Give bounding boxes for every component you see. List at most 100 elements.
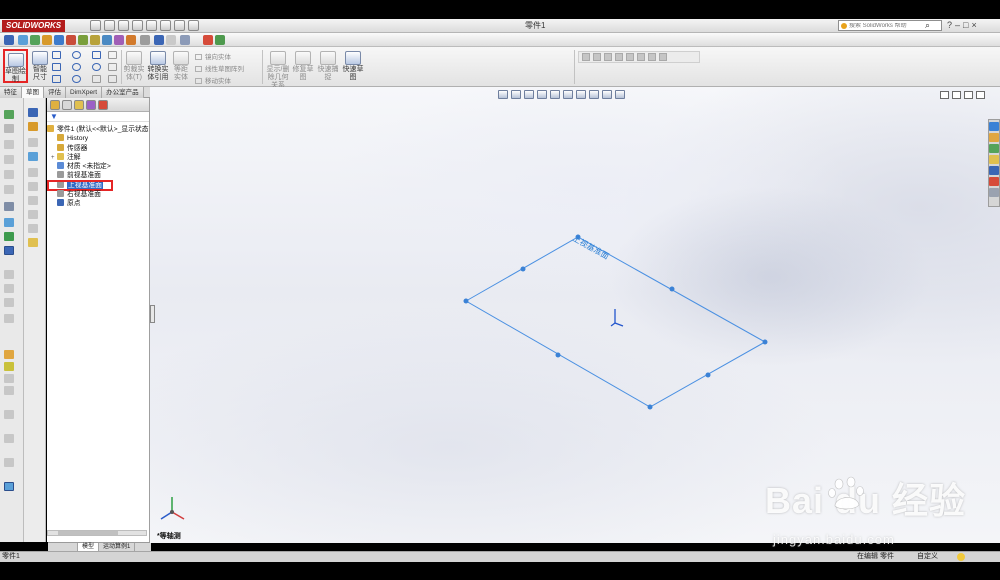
boundary-boss-icon[interactable] <box>4 170 14 179</box>
polygon-icon[interactable] <box>72 75 81 83</box>
ellipse-tool-icon[interactable] <box>28 224 38 233</box>
undo-icon[interactable] <box>146 20 157 31</box>
options-icon[interactable] <box>188 20 199 31</box>
help-icon[interactable]: ? <box>947 20 952 30</box>
tree-horizontal-scrollbar[interactable] <box>47 530 147 536</box>
mirror-feature-icon[interactable] <box>140 35 150 45</box>
reference-geometry-icon[interactable] <box>4 246 14 255</box>
lofted-boss-icon[interactable] <box>4 155 14 164</box>
mirror-entities-button[interactable]: 镜向实体 <box>195 51 231 61</box>
tab-model[interactable]: 模型 <box>78 543 100 551</box>
smart-dimension-tool-icon[interactable] <box>28 238 38 247</box>
feature-tree-tab-icon[interactable] <box>50 100 60 110</box>
circle-icon[interactable] <box>72 51 81 59</box>
edit-appearance-icon[interactable] <box>648 53 656 61</box>
select-filter-icon[interactable] <box>180 35 190 45</box>
rapid-sketch-button[interactable]: 快速草图 <box>342 51 364 82</box>
sketch-icon[interactable] <box>18 35 28 45</box>
quick-snaps-button[interactable]: 快速捕捉 <box>317 51 339 82</box>
open-icon[interactable] <box>104 20 115 31</box>
revolved-boss-icon[interactable] <box>4 124 14 133</box>
section-icon[interactable] <box>604 53 612 61</box>
move-face-icon[interactable] <box>4 410 14 419</box>
close-icon[interactable]: × <box>971 20 976 30</box>
draft-icon[interactable] <box>4 298 14 307</box>
rectangle-tool-icon[interactable] <box>28 182 38 191</box>
line-tool-icon[interactable] <box>28 108 38 117</box>
loft-icon[interactable] <box>66 35 76 45</box>
sweep-icon[interactable] <box>54 35 64 45</box>
fillet-feature-icon[interactable] <box>4 218 14 227</box>
tree-filter[interactable]: ▼ <box>47 112 149 122</box>
save-icon[interactable] <box>118 20 129 31</box>
part-icon[interactable] <box>4 35 14 45</box>
tab-features[interactable]: 特征 <box>0 87 22 98</box>
tree-item[interactable]: 原点 <box>47 199 149 208</box>
spline-icon[interactable] <box>92 51 101 59</box>
arc-icon[interactable] <box>72 63 81 71</box>
polygon-tool-icon[interactable] <box>28 196 38 205</box>
tab-evaluate[interactable]: 评估 <box>44 87 66 98</box>
wrap-icon[interactable] <box>4 362 14 371</box>
move-entities-button[interactable]: 移动实体 <box>195 75 231 85</box>
curves-icon[interactable] <box>4 270 14 279</box>
status-help-icon[interactable] <box>957 553 965 561</box>
configuration-tab-icon[interactable] <box>74 100 84 110</box>
scrollbar-thumb[interactable] <box>58 531 118 535</box>
ellipse-icon[interactable] <box>92 63 101 71</box>
hide-show-icon[interactable] <box>637 53 645 61</box>
grid-icon[interactable] <box>215 35 225 45</box>
view-icon[interactable] <box>154 35 164 45</box>
hole-wizard-icon[interactable] <box>4 202 14 211</box>
text-icon[interactable] <box>108 51 117 59</box>
shell-feature-icon[interactable] <box>4 314 14 323</box>
extruded-cut-icon[interactable] <box>4 185 14 194</box>
combine-icon[interactable] <box>4 458 14 467</box>
tab-dimxpert[interactable]: DimXpert <box>66 87 103 98</box>
rectangle-icon[interactable] <box>52 63 61 71</box>
plane-corner-handle[interactable] <box>762 339 768 345</box>
display-relations-button[interactable]: 显示/删除几何关系 <box>265 51 291 90</box>
sketch-tool-icon[interactable] <box>4 482 14 491</box>
trim-button[interactable]: 剪裁实体(T) <box>123 51 145 82</box>
tree-root[interactable]: 零件1 (默认<<默认>_显示状态 <box>47 125 149 134</box>
tree-item[interactable]: History <box>47 134 149 143</box>
intersect-icon[interactable] <box>4 374 14 383</box>
maximize-icon[interactable]: □ <box>963 20 968 30</box>
dropdown-icon[interactable] <box>166 35 176 45</box>
fillet-icon[interactable] <box>78 35 88 45</box>
plane-corner-handle[interactable] <box>647 404 653 410</box>
arc-tool-icon[interactable] <box>28 168 38 177</box>
search-icon[interactable]: ⌕ <box>925 20 930 31</box>
tab-office-products[interactable]: 办公室产品 <box>102 87 144 98</box>
plane-corner-handle[interactable] <box>463 298 469 304</box>
smart-dimension-button[interactable]: 智能尺寸 <box>30 51 50 82</box>
tree-item[interactable]: 上视基准面 <box>47 179 149 191</box>
scale-icon[interactable] <box>4 434 14 443</box>
rib-icon[interactable] <box>114 35 124 45</box>
zoom-fit-icon[interactable] <box>582 53 590 61</box>
dimxpert-tab-icon[interactable] <box>86 100 96 110</box>
dome-icon[interactable] <box>4 350 14 359</box>
tab-motion-study[interactable]: 运动算例1 <box>99 543 136 551</box>
solidworks-logo[interactable]: SOLIDWORKS <box>2 20 66 32</box>
convert-entities-button[interactable]: 转换实体引用 <box>146 51 170 82</box>
fillet-sketch-icon[interactable] <box>92 75 101 83</box>
property-manager-tab-icon[interactable] <box>62 100 72 110</box>
repair-sketch-button[interactable]: 修复草图 <box>292 51 314 82</box>
swept-boss-icon[interactable] <box>4 140 14 149</box>
status-units[interactable]: 自定义 <box>917 552 938 562</box>
tree-item[interactable]: 右视基准面 <box>47 190 149 199</box>
plane-edge-handle[interactable] <box>669 286 675 292</box>
linear-pattern-feature-icon[interactable] <box>4 232 14 241</box>
point-icon[interactable] <box>108 63 117 71</box>
offset-entities-button[interactable]: 等距实体 <box>171 51 191 82</box>
print-icon[interactable] <box>132 20 143 31</box>
appearance-icon[interactable] <box>203 35 213 45</box>
tree-item[interactable]: 材质 <未指定> <box>47 162 149 171</box>
slot-icon[interactable] <box>52 75 61 83</box>
hole-icon[interactable] <box>126 35 136 45</box>
revolve-icon[interactable] <box>42 35 52 45</box>
tab-sketch[interactable]: 草图 <box>22 87 44 98</box>
rebuild-icon[interactable] <box>174 20 185 31</box>
